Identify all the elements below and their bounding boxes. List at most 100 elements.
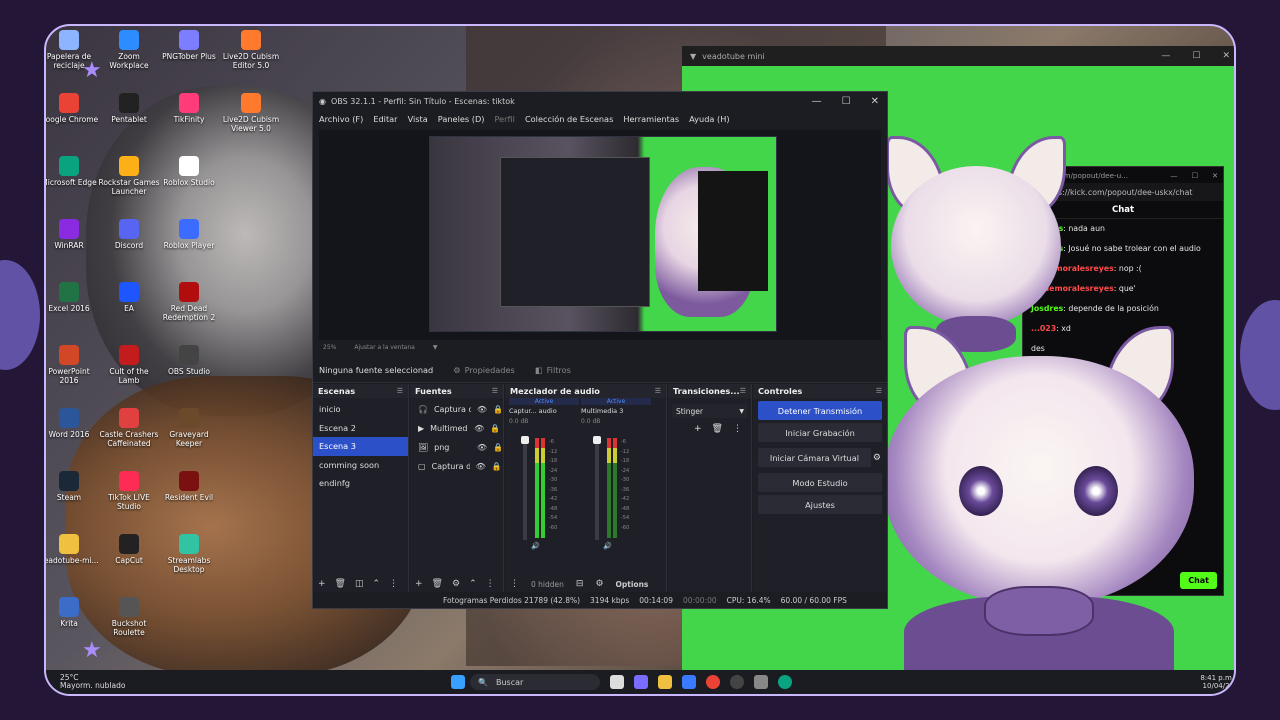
file-explorer-icon[interactable] <box>658 675 672 689</box>
volume-knob[interactable] <box>593 436 601 444</box>
source-props-button[interactable]: ⚙ <box>452 579 460 589</box>
menu-editar[interactable]: Editar <box>373 114 397 124</box>
desktop-icon[interactable]: Graveyard Keeper <box>158 408 220 448</box>
transition-select[interactable]: Stinger ▼ <box>672 404 747 418</box>
desktop-icon[interactable]: Buckshot Roulette <box>98 597 160 637</box>
source-item[interactable]: 🖼 png 👁 🔒 <box>410 438 503 457</box>
lock-icon[interactable]: 🔒 <box>493 405 503 414</box>
visibility-eye-icon[interactable]: 👁 <box>476 462 486 471</box>
options-button[interactable]: Options <box>616 580 649 589</box>
virtual-cam-settings-icon[interactable]: ⚙ <box>873 453 887 463</box>
menu-coleccion[interactable]: Colección de Escenas <box>525 114 613 124</box>
remove-source-button[interactable]: 🗑 <box>432 579 443 589</box>
menu-vista[interactable]: Vista <box>408 114 428 124</box>
menu-ayuda[interactable]: Ayuda (H) <box>689 114 729 124</box>
hidden-count[interactable]: 0 hidden <box>531 580 564 589</box>
desktop-icon[interactable]: TikFinity <box>158 93 220 124</box>
veadotube-taskbar-icon[interactable] <box>754 675 768 689</box>
menu-herramientas[interactable]: Herramientas <box>623 114 679 124</box>
minimize-button[interactable]: — <box>1170 171 1177 180</box>
scene-item[interactable]: Escena 3 <box>313 437 408 456</box>
move-up-button[interactable]: ⌃ <box>373 579 381 589</box>
desktop-icon[interactable]: Microsoft Edge <box>46 156 100 187</box>
desktop-icon[interactable]: Live2D Cubism Editor 5.0 <box>220 30 282 70</box>
dock-menu-icon[interactable]: ☰ <box>397 387 403 395</box>
zoom-percent[interactable]: 25% <box>323 344 336 351</box>
mixer-more-icon[interactable]: ⋮ <box>510 579 519 589</box>
desktop-icon[interactable]: Word 2016 <box>46 408 100 439</box>
desktop-icon[interactable]: Pentablet <box>98 93 160 124</box>
desktop-icon[interactable]: Resident Evil <box>158 471 220 502</box>
obs-titlebar[interactable]: ◉ OBS 32.1.1 - Perfil: Sin Título - Esce… <box>313 92 887 110</box>
obs-preview[interactable] <box>319 130 881 340</box>
studio-mode-button[interactable]: Modo Estudio <box>758 473 882 492</box>
dock-menu-icon[interactable]: ☰ <box>492 387 498 395</box>
more-options-button[interactable]: ⋮ <box>389 579 398 589</box>
filters-button[interactable]: ◧ Filtros <box>535 365 571 375</box>
desktop-icon[interactable]: EA <box>98 282 160 313</box>
source-item[interactable]: 🎧 Captura d 👁 🔒 <box>410 400 503 419</box>
desktop-icon[interactable]: Live2D Cubism Viewer 5.0 <box>220 93 282 133</box>
desktop-icon[interactable]: Krita <box>46 597 100 628</box>
channel-name[interactable]: Captur... audio <box>509 407 579 415</box>
mute-icon[interactable]: 🔊 <box>603 542 612 550</box>
volume-fader[interactable] <box>523 440 527 540</box>
volume-knob[interactable] <box>521 436 529 444</box>
clock[interactable]: 8:41 p.m. 10/04/20 <box>1200 674 1234 690</box>
close-button[interactable]: ✕ <box>871 96 879 107</box>
move-up-button[interactable]: ⌃ <box>469 579 477 589</box>
mute-icon[interactable]: 🔊 <box>531 542 540 550</box>
desktop-icon[interactable]: WinRAR <box>46 219 100 250</box>
desktop-icon[interactable]: Zoom Workplace <box>98 30 160 70</box>
properties-button[interactable]: ⚙ Propiedades <box>453 365 515 375</box>
scene-filters-button[interactable]: ◫ <box>355 579 364 589</box>
desktop-icon[interactable]: TikTok LIVE Studio <box>98 471 160 511</box>
menu-paneles[interactable]: Paneles (D) <box>438 114 485 124</box>
desktop-icon[interactable]: Google Chrome <box>46 93 100 124</box>
start-record-button[interactable]: Iniciar Grabación <box>758 423 882 442</box>
minimize-button[interactable]: — <box>1161 51 1170 61</box>
mixer-settings-icon[interactable]: ⚙ <box>595 579 603 589</box>
desktop-icon[interactable]: Excel 2016 <box>46 282 100 313</box>
desktop-icon[interactable]: CapCut <box>98 534 160 565</box>
lock-icon[interactable]: 🔒 <box>493 443 503 452</box>
minimize-button[interactable]: — <box>812 96 822 107</box>
maximize-button[interactable]: ☐ <box>842 96 851 107</box>
stop-stream-button[interactable]: Detener Transmisión <box>758 401 882 420</box>
desktop-icon[interactable]: Streamlabs Desktop <box>158 534 220 574</box>
desktop-icon[interactable]: Castle Crashers Caffeinated <box>98 408 160 448</box>
visibility-eye-icon[interactable]: 👁 <box>477 443 487 452</box>
desktop-icon[interactable]: Cult of the Lamb <box>98 345 160 385</box>
desktop-icon[interactable]: Roblox Player <box>158 219 220 250</box>
scene-item[interactable]: comming soon <box>313 456 408 475</box>
desktop-icon[interactable]: Rockstar Games Launcher <box>98 156 160 196</box>
menu-archivo[interactable]: Archivo (F) <box>319 114 363 124</box>
obs-window[interactable]: ◉ OBS 32.1.1 - Perfil: Sin Título - Esce… <box>312 91 888 609</box>
desktop-icon[interactable]: veadotube-mi... <box>46 534 100 565</box>
desktop-icon[interactable]: Roblox Studio <box>158 156 220 187</box>
dock-menu-icon[interactable]: ☰ <box>740 387 746 395</box>
more-options-button[interactable]: ⋮ <box>486 579 495 589</box>
desktop-icon[interactable]: PNGTober Plus <box>158 30 220 61</box>
lock-icon[interactable]: 🔒 <box>492 462 502 471</box>
obs-taskbar-icon[interactable] <box>730 675 744 689</box>
add-transition-button[interactable]: + <box>694 424 702 434</box>
source-item[interactable]: ▢ Captura d 👁 🔒 <box>410 457 503 476</box>
desktop-icon[interactable]: Steam <box>46 471 100 502</box>
visibility-eye-icon[interactable]: 👁 <box>477 405 487 414</box>
lock-icon[interactable]: 🔒 <box>490 424 500 433</box>
scene-item[interactable]: Escena 2 <box>313 419 408 438</box>
transition-more-button[interactable]: ⋮ <box>733 424 742 434</box>
desktop-icon[interactable]: Red Dead Redemption 2 <box>158 282 220 322</box>
preview-canvas[interactable] <box>429 136 777 332</box>
scene-item[interactable]: endinfg <box>313 474 408 493</box>
dock-menu-icon[interactable]: ☰ <box>655 387 661 395</box>
desktop-icon[interactable]: OBS Studio <box>158 345 220 376</box>
volume-fader[interactable] <box>595 440 599 540</box>
close-button[interactable]: ✕ <box>1212 171 1218 180</box>
veadotube-titlebar[interactable]: ▼ veadotube mini — ☐ ✕ <box>682 46 1234 66</box>
add-source-button[interactable]: + <box>415 579 423 589</box>
copilot-icon[interactable] <box>634 675 648 689</box>
source-item[interactable]: ▶ Multimed 👁 🔒 <box>410 419 503 438</box>
close-button[interactable]: ✕ <box>1222 51 1230 61</box>
